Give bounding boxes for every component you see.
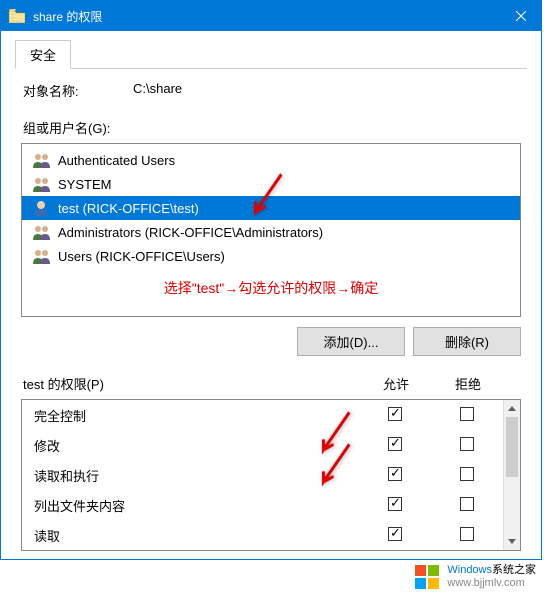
- permissions-listbox: 完全控制 修改 读取和执行 列出文件夹内容: [21, 399, 521, 551]
- permission-row: 读取: [22, 520, 503, 550]
- users-icon: [32, 152, 52, 168]
- permissions-header: test 的权限(P) 允许 拒绝: [21, 374, 521, 393]
- watermark-brand-suffix: 系统之家: [492, 564, 536, 576]
- deny-checkbox[interactable]: [460, 467, 474, 481]
- tab-security[interactable]: 安全: [15, 40, 71, 69]
- permission-name: 修改: [34, 436, 359, 455]
- deny-checkbox[interactable]: [460, 527, 474, 541]
- permission-row: 列出文件夹内容: [22, 490, 503, 520]
- permission-name: 列出文件夹内容: [34, 496, 359, 515]
- deny-column-header: 拒绝: [432, 374, 504, 393]
- permissions-list: 完全控制 修改 读取和执行 列出文件夹内容: [22, 400, 503, 550]
- allow-column-header: 允许: [360, 374, 432, 393]
- allow-checkbox[interactable]: [388, 407, 402, 421]
- window-title: share 的权限: [33, 8, 501, 25]
- windows-logo-icon: [413, 563, 441, 591]
- permission-name: 完全控制: [34, 406, 359, 425]
- list-item[interactable]: Users (RICK-OFFICE\Users): [22, 244, 520, 268]
- watermark-text: Windows系统之家 www.bjjmlv.com: [447, 564, 536, 590]
- object-name-value: C:\share: [133, 81, 182, 100]
- permission-name: 读取: [34, 526, 359, 545]
- user-icon: [32, 200, 52, 216]
- properties-window: share 的权限 安全 对象名称: C:\share 组或用户名(G): Au…: [0, 0, 542, 560]
- allow-checkbox[interactable]: [388, 437, 402, 451]
- permission-row: 修改: [22, 430, 503, 460]
- permission-row: 读取和执行: [22, 460, 503, 490]
- users-icon: [32, 176, 52, 192]
- users-listbox[interactable]: Authenticated Users SYSTEM test (RICK-OF…: [21, 143, 521, 317]
- list-item-label: Administrators (RICK-OFFICE\Administrato…: [58, 225, 323, 240]
- content-area: 安全 对象名称: C:\share 组或用户名(G): Authenticate…: [1, 31, 541, 559]
- users-icon: [32, 224, 52, 240]
- watermark-brand-prefix: Windows: [447, 564, 492, 576]
- allow-checkbox[interactable]: [388, 467, 402, 481]
- object-name-label: 对象名称:: [23, 81, 133, 100]
- folder-icon: [9, 9, 25, 23]
- titlebar: share 的权限: [1, 1, 541, 31]
- deny-checkbox[interactable]: [460, 437, 474, 451]
- scroll-down-button[interactable]: [504, 533, 520, 550]
- allow-checkbox[interactable]: [388, 497, 402, 511]
- annotation-text: 选择"test"→勾选允许的权限→确定: [22, 268, 520, 312]
- list-item-label: test (RICK-OFFICE\test): [58, 201, 199, 216]
- list-item-label: SYSTEM: [58, 177, 111, 192]
- groups-label: 组或用户名(G):: [23, 118, 519, 137]
- scrollbar-thumb[interactable]: [506, 417, 518, 477]
- watermark: Windows系统之家 www.bjjmlv.com: [413, 563, 536, 591]
- permissions-label: test 的权限(P): [21, 374, 360, 393]
- close-button[interactable]: [501, 1, 541, 31]
- users-icon: [32, 248, 52, 264]
- list-item-label: Authenticated Users: [58, 153, 175, 168]
- deny-checkbox[interactable]: [460, 407, 474, 421]
- scroll-up-button[interactable]: [504, 400, 520, 417]
- allow-checkbox[interactable]: [388, 527, 402, 541]
- add-button[interactable]: 添加(D)...: [297, 327, 405, 356]
- watermark-url: www.bjjmlv.com: [447, 577, 536, 590]
- button-row: 添加(D)... 删除(R): [21, 327, 521, 356]
- permission-row: 完全控制: [22, 400, 503, 430]
- list-item[interactable]: Authenticated Users: [22, 148, 520, 172]
- deny-checkbox[interactable]: [460, 497, 474, 511]
- scrollbar[interactable]: [503, 400, 520, 550]
- tab-bar: 安全: [15, 39, 527, 69]
- remove-button[interactable]: 删除(R): [413, 327, 521, 356]
- list-item[interactable]: Administrators (RICK-OFFICE\Administrato…: [22, 220, 520, 244]
- list-item-label: Users (RICK-OFFICE\Users): [58, 249, 225, 264]
- object-name-row: 对象名称: C:\share: [23, 81, 519, 100]
